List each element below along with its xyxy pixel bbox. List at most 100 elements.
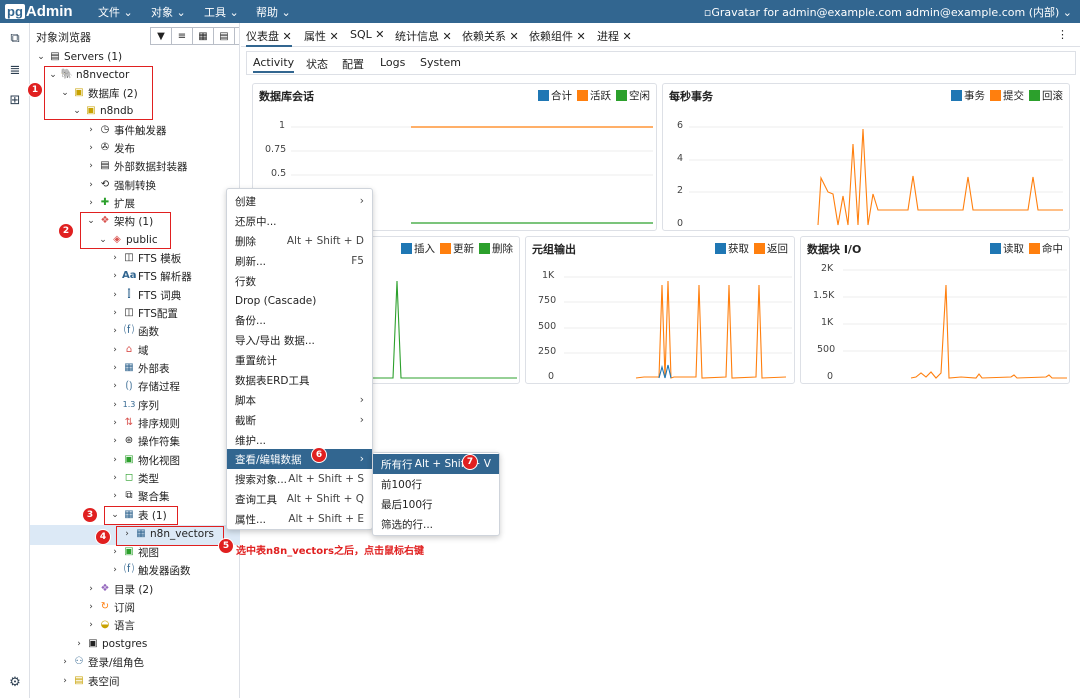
menu-tools[interactable]: 工具 ⌄ bbox=[204, 4, 239, 20]
menu-item-import-export[interactable]: 导入/导出 数据... bbox=[227, 330, 372, 350]
menu-item-create[interactable]: 创建 › bbox=[227, 191, 372, 211]
annotation-note: 选中表n8n_vectors之后，点击鼠标右键 bbox=[236, 546, 424, 557]
menu-item-reset-stats[interactable]: 重置统计 bbox=[227, 350, 372, 370]
tree-foreign-tables[interactable]: › ▦ 外部表 bbox=[110, 359, 169, 377]
menu-item-scripts[interactable]: 脚本 › bbox=[227, 390, 372, 410]
subtab-config[interactable]: 配置 bbox=[342, 56, 364, 72]
context-menu: 创建 › 还原中... 删除 Alt + Shift + D 刷新... F5 行数 … bbox=[226, 188, 373, 530]
subtab-activity[interactable]: Activity bbox=[253, 56, 295, 73]
view-data-icon[interactable]: ▦ bbox=[192, 27, 214, 45]
tree-sequences[interactable]: › 1.3 序列 bbox=[110, 396, 159, 414]
submenu-item-all-rows[interactable]: 所有行 Alt + Shift + V bbox=[373, 454, 499, 474]
menu-item-truncate[interactable]: 截断 › bbox=[227, 410, 372, 430]
menu-item-search-objects[interactable]: 搜索对象... Alt + Shift + S bbox=[227, 469, 372, 489]
menu-item-maintenance[interactable]: 维护... bbox=[227, 430, 372, 450]
tree-procedures[interactable]: › ⟮⟯ 存储过程 bbox=[110, 377, 180, 395]
submenu-item-last-100[interactable]: 最后100行 bbox=[373, 494, 499, 514]
annotation-box-4 bbox=[116, 526, 224, 546]
schema-diff-icon[interactable]: ⊞ bbox=[7, 93, 23, 109]
dashboard-subtabs: Activity 状态 配置 Logs System bbox=[246, 51, 1076, 75]
subscription-icon: ↻ bbox=[100, 601, 110, 612]
view-icon: ▣ bbox=[124, 546, 134, 557]
menu-item-properties[interactable]: 属性... Alt + Shift + E bbox=[227, 509, 372, 529]
tree-fdw[interactable]: › ▤ 外部数据封装器 bbox=[86, 157, 187, 175]
tree-languages[interactable]: › ◒ 语言 bbox=[86, 616, 135, 634]
tab-statistics[interactable]: 统计信息 ✕ bbox=[395, 28, 452, 44]
tree-servers[interactable]: ⌄ ▤ Servers (1) bbox=[36, 48, 122, 66]
tree-fts-configs[interactable]: › ◫ FTS配置 bbox=[110, 304, 178, 322]
menu-item-restore[interactable]: 还原中... bbox=[227, 211, 372, 231]
tree-tablespaces[interactable]: › ▤ 表空间 bbox=[60, 672, 119, 690]
chevron-right-icon: › bbox=[359, 453, 364, 465]
tree-collations[interactable]: › ⇅ 排序规则 bbox=[110, 414, 180, 432]
tree-materialized-views[interactable]: › ▣ 物化视图 bbox=[110, 451, 180, 469]
tab-dependents[interactable]: 依赖组件 ✕ bbox=[529, 28, 586, 44]
menu-item-backup[interactable]: 备份... bbox=[227, 310, 372, 330]
publication-icon: ✇ bbox=[100, 142, 110, 153]
object-browser-title: 对象浏览器 bbox=[36, 31, 91, 44]
menu-item-refresh[interactable]: 刷新... F5 bbox=[227, 251, 372, 271]
tree-event-triggers[interactable]: › ◷ 事件触发器 bbox=[86, 121, 166, 139]
panel-tps: 每秒事务 事务 提交 回滚 6 4 2 0 bbox=[662, 83, 1070, 231]
tab-dashboard[interactable]: 仪表盘 ✕ bbox=[246, 28, 292, 47]
tree-db-postgres[interactable]: › ▣ postgres bbox=[74, 635, 147, 653]
submenu-item-filtered-rows[interactable]: 筛选的行... bbox=[373, 514, 499, 534]
menu-item-query-tool[interactable]: 查询工具 Alt + Shift + Q bbox=[227, 489, 372, 509]
submenu-item-first-100[interactable]: 前100行 bbox=[373, 474, 499, 494]
tree-publications[interactable]: › ✇ 发布 bbox=[86, 139, 135, 157]
tree-casts[interactable]: › ⟲ 强制转换 bbox=[86, 176, 156, 194]
menu-help[interactable]: 帮助 ⌄ bbox=[256, 4, 291, 20]
chevron-right-icon: › bbox=[359, 414, 364, 426]
annotation-box-2 bbox=[80, 212, 171, 249]
tuples-out-chart-svg bbox=[564, 276, 792, 379]
menu-item-count-rows[interactable]: 行数 bbox=[227, 271, 372, 291]
settings-gear-icon[interactable]: ⚙ bbox=[7, 675, 23, 691]
tree-trigger-functions[interactable]: › ⒡ 触发器函数 bbox=[110, 561, 190, 579]
tree-functions[interactable]: › ⒡ 函数 bbox=[110, 322, 159, 340]
trigger-function-icon: ⒡ bbox=[124, 564, 134, 575]
filtered-rows-icon[interactable]: ▤ bbox=[213, 27, 235, 45]
pgadmin-logo[interactable]: pg Admin bbox=[5, 3, 73, 20]
menu-object[interactable]: 对象 ⌄ bbox=[151, 4, 186, 20]
collation-icon: ⇅ bbox=[124, 417, 134, 428]
tree-fts-templates[interactable]: › ◫ FTS 模板 bbox=[110, 249, 181, 267]
search-icon[interactable]: ⌕ bbox=[234, 27, 239, 45]
more-options-icon[interactable]: ⋮ bbox=[1057, 28, 1068, 41]
subtab-system[interactable]: System bbox=[420, 56, 461, 69]
tree-operator-families[interactable]: › ⊛ 操作符集 bbox=[110, 432, 180, 450]
menu-item-erd-tool[interactable]: 数据表ERD工具 bbox=[227, 370, 372, 390]
annotation-badge-6: 6 bbox=[311, 447, 327, 463]
tree-subscriptions[interactable]: › ↻ 订阅 bbox=[86, 598, 135, 616]
database-icon[interactable]: ≣ bbox=[7, 63, 23, 79]
tablespace-icon: ▤ bbox=[74, 675, 84, 686]
menu-item-view-edit-data[interactable]: 查看/编辑数据 › bbox=[227, 449, 372, 469]
chevron-right-icon: › bbox=[359, 195, 364, 207]
tree-types[interactable]: › ◻ 类型 bbox=[110, 469, 159, 487]
event-trigger-icon: ◷ bbox=[100, 124, 110, 135]
user-menu[interactable]: ▫Gravatar for admin@example.com admin@ex… bbox=[704, 4, 1072, 20]
menu-item-drop-cascade[interactable]: Drop (Cascade) bbox=[227, 291, 372, 311]
tab-sql[interactable]: SQL ✕ bbox=[350, 28, 385, 41]
menu-item-delete[interactable]: 删除 Alt + Shift + D bbox=[227, 231, 372, 251]
tab-processes[interactable]: 进程 ✕ bbox=[597, 28, 632, 44]
subtab-logs[interactable]: Logs bbox=[380, 56, 405, 69]
tree-domains[interactable]: › ⌂ 域 bbox=[110, 341, 148, 359]
tab-dependencies[interactable]: 依赖关系 ✕ bbox=[462, 28, 519, 44]
tree-extensions[interactable]: › ✚ 扩展 bbox=[86, 194, 135, 212]
left-icon-strip: ⧉ ≣ ⊞ ⚙ bbox=[0, 23, 30, 698]
menu-file[interactable]: 文件 ⌄ bbox=[98, 4, 133, 20]
annotation-badge-7: 7 bbox=[462, 454, 478, 470]
fdw-icon: ▤ bbox=[100, 160, 110, 171]
filter-icon[interactable]: ▼ bbox=[150, 27, 172, 45]
browser-toolbar: ▼ ≡ ▦ ▤ ⌕ bbox=[150, 27, 239, 45]
tree-fts-parsers[interactable]: › Aa FTS 解析器 bbox=[110, 267, 192, 285]
query-tool-icon[interactable]: ≡ bbox=[171, 27, 193, 45]
user-label: Gravatar for admin@example.com admin@exa… bbox=[711, 6, 1060, 19]
tab-properties[interactable]: 属性 ✕ bbox=[304, 28, 339, 44]
tree-login-roles[interactable]: › ⚇ 登录/组角色 bbox=[60, 653, 144, 671]
tree-aggregates[interactable]: › ⧉ 聚合集 bbox=[110, 487, 169, 505]
tree-catalogs[interactable]: › ❖ 目录 (2) bbox=[86, 580, 153, 598]
object-explorer-icon[interactable]: ⧉ bbox=[7, 31, 23, 47]
subtab-state[interactable]: 状态 bbox=[306, 56, 328, 72]
tree-fts-dictionaries[interactable]: › ⫿ FTS 词典 bbox=[110, 286, 181, 304]
